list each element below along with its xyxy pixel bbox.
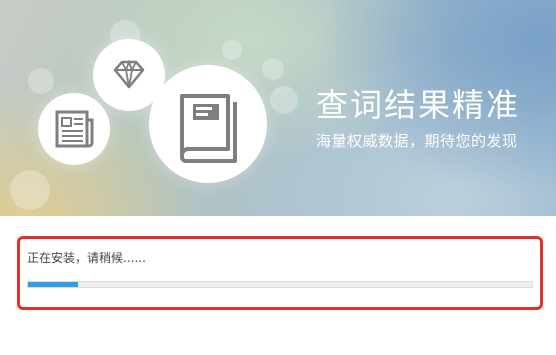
install-progress-panel: 正在安装，请稍候......	[17, 236, 543, 310]
feature-banner: 查词结果精准 海量权威数据，期待您的发现	[0, 0, 556, 216]
bokeh-light	[270, 86, 298, 114]
bokeh-light	[222, 40, 242, 60]
banner-subtitle: 海量权威数据，期待您的发现	[316, 132, 518, 150]
book-icon	[180, 94, 237, 163]
bokeh-light	[10, 170, 50, 210]
bokeh-light	[28, 68, 54, 94]
banner-title: 查词结果精准	[316, 86, 521, 124]
installer-window: 查词结果精准 海量权威数据，期待您的发现 正在安装，请稍候......	[0, 0, 556, 355]
install-progress-bar	[27, 281, 533, 288]
install-progress-fill	[28, 282, 78, 287]
install-status-text: 正在安装，请稍候......	[27, 251, 146, 265]
book-circle	[149, 65, 267, 183]
